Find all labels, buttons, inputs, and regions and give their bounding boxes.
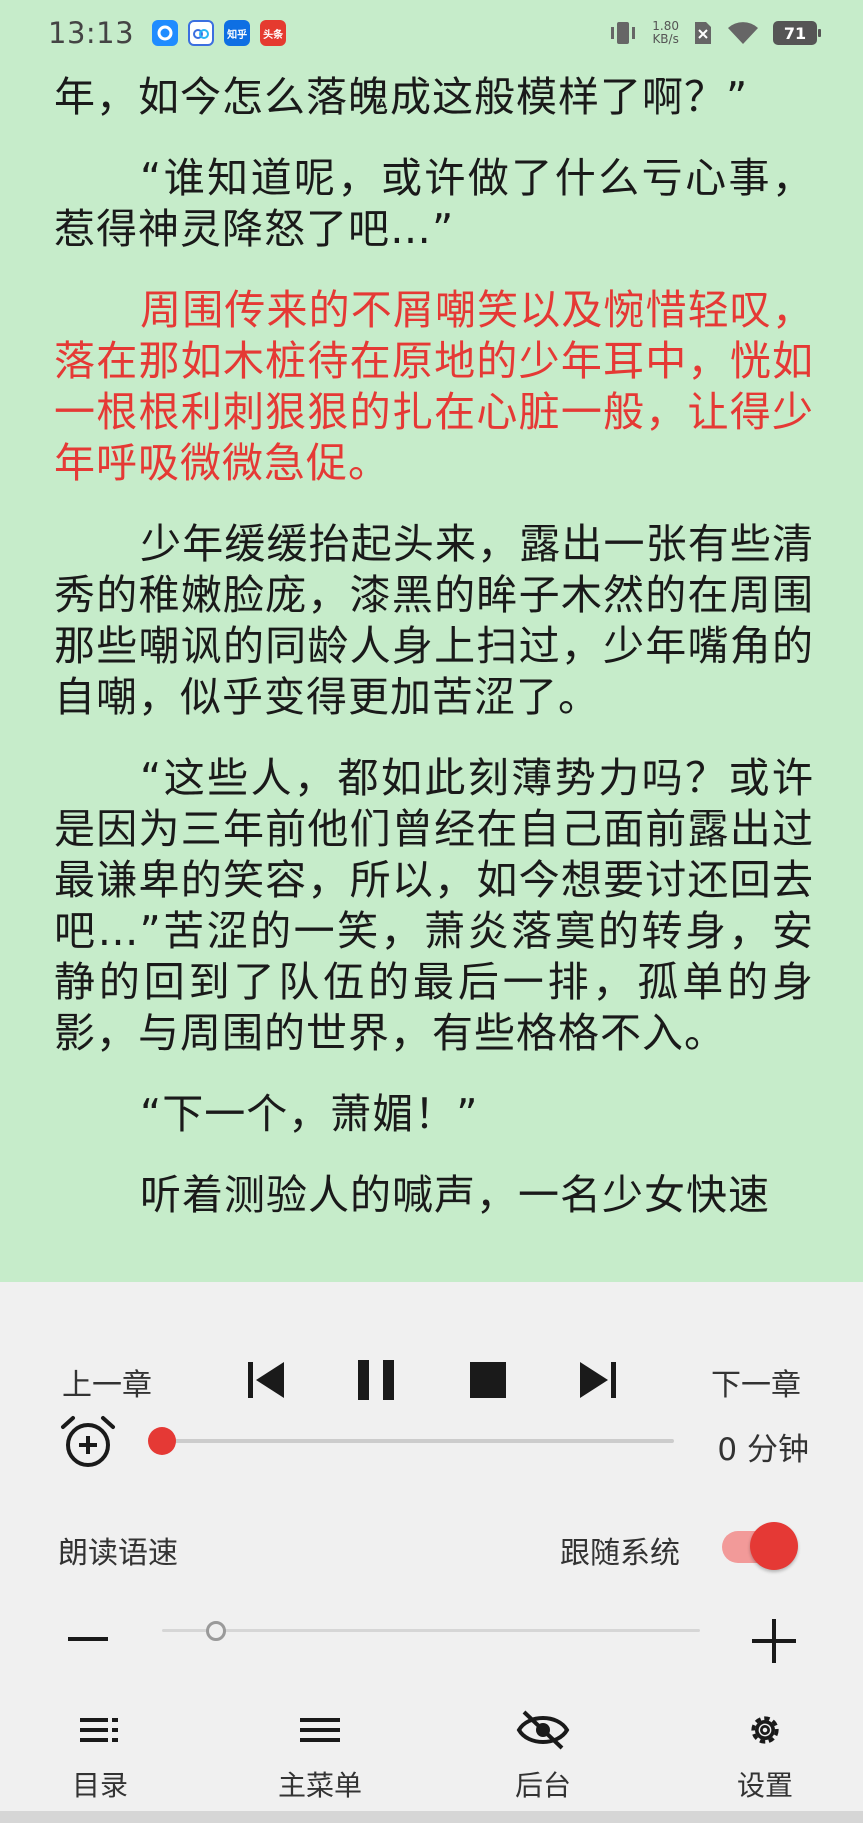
qq-browser-icon — [152, 20, 179, 46]
speed-decrease-icon[interactable] — [66, 1617, 110, 1661]
no-sim-icon — [695, 22, 711, 44]
nav-toc-label: 目录 — [71, 1769, 128, 1802]
timer-slider-track[interactable] — [162, 1439, 674, 1443]
nav-main-menu[interactable]: 主菜单 — [260, 1710, 380, 1804]
speed-slider-track[interactable] — [162, 1629, 700, 1632]
stop-icon[interactable] — [466, 1358, 510, 1402]
baidu-netdisk-icon — [188, 20, 215, 46]
toc-list-icon — [80, 1718, 118, 1742]
follow-system-switch[interactable] — [750, 1522, 798, 1570]
gear-icon — [751, 1716, 779, 1744]
eye-off-icon — [516, 1710, 570, 1750]
battery-icon: 71 — [773, 21, 821, 45]
next-chapter-button[interactable]: 下一章 — [711, 1360, 801, 1404]
skip-next-icon[interactable] — [576, 1358, 620, 1402]
nav-main-menu-label: 主菜单 — [277, 1769, 362, 1802]
skip-previous-icon[interactable] — [244, 1358, 288, 1402]
reader-content[interactable]: 年，如今怎么落魄成这般模样了啊？” “谁知道呢，或许做了什么亏心事，惹得神灵降怒了… — [54, 72, 814, 1251]
zhihu-icon: 知乎 — [224, 20, 251, 46]
paragraph: 听着测验人的喊声，一名少女快速 — [140, 1171, 770, 1219]
nav-settings[interactable]: 设置 — [705, 1710, 825, 1804]
nav-background[interactable]: 后台 — [483, 1710, 603, 1804]
reading-speed-label: 朗读语速 — [58, 1536, 178, 1571]
vibrate-icon — [611, 22, 636, 44]
follow-system-label: 跟随系统 — [560, 1536, 680, 1571]
status-right: 1.80 KB/s 71 — [608, 19, 821, 47]
home-indicator — [0, 1811, 863, 1823]
timer-slider-knob[interactable] — [148, 1427, 176, 1455]
status-bar: 13:13 知乎 头条 1.80 KB/s 71 — [0, 0, 863, 66]
bottom-navigation: 目录 主菜单 后台 设置 — [0, 1692, 863, 1823]
notification-icons: 知乎 头条 — [152, 20, 287, 46]
pause-icon[interactable] — [354, 1358, 398, 1402]
wifi-icon — [728, 22, 758, 44]
status-time: 13:13 — [48, 16, 135, 50]
read-aloud-panel: 上一章 下一章 0 分钟 朗读语速 跟随系统 目录 主菜单 后台 设置 — [0, 1282, 863, 1823]
speed-slider-knob[interactable] — [205, 1621, 226, 1641]
prev-chapter-button[interactable]: 上一章 — [62, 1360, 152, 1404]
paragraph: “这些人，都如此刻薄势力吗？或许是因为三年前他们曾经在自己面前露出过最谦卑的笑容… — [54, 754, 814, 1057]
nav-toc[interactable]: 目录 — [40, 1710, 160, 1804]
paragraph: “下一个，萧媚！” — [140, 1090, 479, 1138]
nav-background-label: 后台 — [514, 1769, 571, 1802]
paragraph: “谁知道呢，或许做了什么亏心事，惹得神灵降怒了吧…” — [54, 154, 814, 253]
nav-settings-label: 设置 — [736, 1769, 793, 1802]
highlighted-paragraph: 周围传来的不屑嘲笑以及惋惜轻叹，落在那如木桩待在原地的少年耳中，恍如一根根利刺狠… — [54, 286, 814, 487]
menu-icon — [300, 1718, 340, 1742]
toutiao-icon: 头条 — [260, 20, 287, 46]
alarm-timer-icon[interactable] — [60, 1414, 116, 1470]
paragraph: 年，如今怎么落魄成这般模样了啊？” — [54, 73, 749, 121]
speed-increase-icon[interactable] — [750, 1617, 798, 1665]
timer-value: 0 分钟 — [717, 1432, 809, 1468]
paragraph: 少年缓缓抬起头来，露出一张有些清秀的稚嫩脸庞，漆黑的眸子木然的在周围那些嘲讽的同… — [54, 520, 814, 721]
network-speed: 1.80 KB/s — [652, 19, 679, 46]
